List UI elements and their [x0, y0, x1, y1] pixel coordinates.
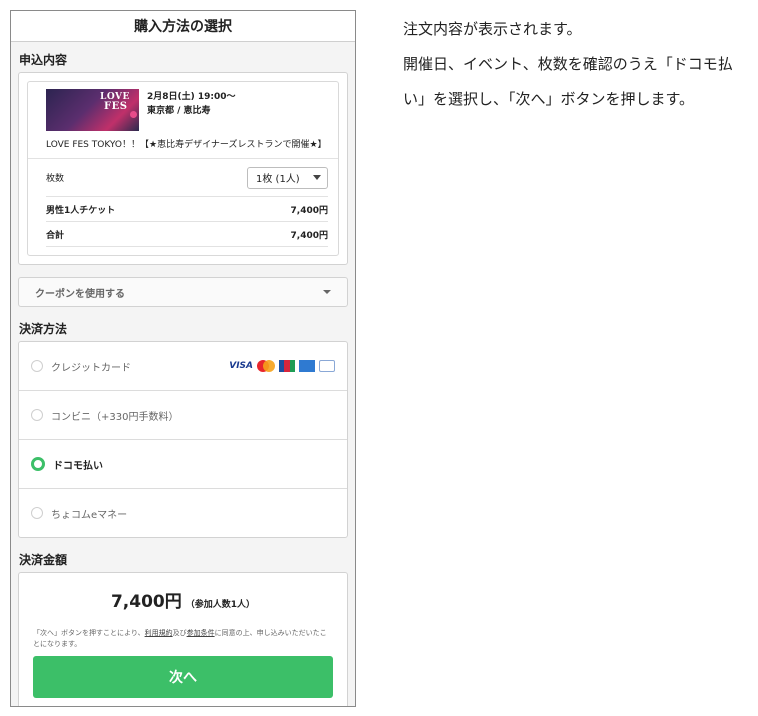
instruction-line-1: 注文内容が表示されます。: [403, 20, 582, 38]
visa-logo-icon: VISA: [229, 361, 253, 371]
event-place: 東京都 / 恵比寿: [147, 106, 211, 116]
notice-prefix: 「次へ」ボタンを押すことにより、: [33, 629, 145, 637]
diners-logo-icon: [319, 360, 335, 372]
coupon-label: クーポンを使用する: [35, 288, 125, 300]
next-button[interactable]: 次へ: [33, 656, 333, 698]
card-brands: VISA: [229, 360, 335, 372]
order-detail: LOVE FES 2月8日(土) 19:00〜 東京都 / 恵比寿 LOVE F…: [27, 81, 339, 256]
amount-section-title: 決済金額: [19, 553, 68, 567]
event-thumbnail: LOVE FES: [46, 89, 139, 131]
notice-mid: 及び: [172, 629, 187, 637]
amex-logo-icon: [299, 360, 315, 372]
radio-docomo[interactable]: [31, 457, 45, 471]
event-datetime: 2月8日(土) 19:00〜: [147, 92, 236, 102]
payment-section-title: 決済方法: [19, 322, 68, 336]
payment-label: ドコモ払い: [53, 460, 103, 472]
total-row: 合計 7,400円: [46, 222, 328, 247]
instruction-text: 注文内容が表示されます。 開催日、イベント、枚数を確認のうえ「ドコモ払い」を選択…: [403, 12, 748, 117]
quantity-value: 1枚 (1人): [256, 174, 300, 185]
agreement-notice: 「次へ」ボタンを押すことにより、利用規約及び参加条件に同意の上、申し込みいただい…: [33, 628, 333, 650]
coupon-toggle[interactable]: クーポンを使用する: [18, 277, 348, 307]
payment-label: コンビニ（+330円手数料）: [51, 411, 179, 423]
amount-value: 7,400円: [110, 592, 182, 612]
thumb-text-fes: FES: [104, 101, 128, 112]
mastercard-logo-icon: [257, 360, 275, 372]
chevron-down-icon: [313, 175, 321, 180]
ticket-row: 男性1人チケット 7,400円: [46, 197, 328, 222]
chevron-down-icon: [323, 290, 331, 294]
radio-credit[interactable]: [31, 360, 43, 372]
conditions-link[interactable]: 参加条件: [187, 629, 215, 637]
quantity-label: 枚数: [46, 174, 65, 184]
payment-label: クレジットカード: [51, 362, 131, 374]
amount-note: （参加人数1人）: [185, 600, 256, 610]
quantity-select[interactable]: 1枚 (1人): [247, 166, 328, 189]
amount-card: 7,400円 （参加人数1人） 「次へ」ボタンを押すことにより、利用規約及び参加条…: [18, 572, 348, 706]
total-label: 合計: [46, 230, 65, 241]
order-section-title: 申込内容: [19, 53, 68, 67]
terms-link[interactable]: 利用規約: [145, 629, 173, 637]
payment-option-chocom[interactable]: ちょコムeマネー: [19, 489, 347, 537]
order-card: LOVE FES 2月8日(土) 19:00〜 東京都 / 恵比寿 LOVE F…: [18, 72, 348, 265]
radio-chocom[interactable]: [31, 507, 43, 519]
ticket-label: 男性1人チケット: [46, 205, 116, 216]
total-price: 7,400円: [290, 230, 328, 241]
event-header: LOVE FES 2月8日(土) 19:00〜 東京都 / 恵比寿: [28, 82, 338, 137]
instruction-line-2: 開催日、イベント、枚数を確認のうえ「ドコモ払い」を選択し、「次へ」ボタンを押しま…: [403, 55, 733, 108]
phone-screen: 購入方法の選択 申込内容 LOVE FES 2月8日(土) 19:00〜 東京都…: [10, 10, 356, 707]
payment-option-docomo[interactable]: ドコモ払い: [19, 440, 347, 489]
payment-option-convenience[interactable]: コンビニ（+330円手数料）: [19, 391, 347, 440]
payment-label: ちょコムeマネー: [51, 509, 128, 521]
payment-option-credit[interactable]: クレジットカード VISA: [19, 342, 347, 391]
jcb-logo-icon: [279, 360, 295, 372]
event-name: LOVE FES TOKYO！！【★恵比寿デザイナーズレストランで開催★】: [28, 137, 338, 159]
radio-convenience[interactable]: [31, 409, 43, 421]
payment-methods: クレジットカード VISA コンビニ（+330円手数料） ドコモ払い ちょコムe…: [18, 341, 348, 538]
quantity-row: 枚数 1枚 (1人): [46, 159, 328, 197]
ticket-price: 7,400円: [290, 205, 328, 216]
amount-line: 7,400円 （参加人数1人）: [33, 587, 333, 612]
heart-icon: [130, 111, 137, 118]
page-title: 購入方法の選択: [11, 11, 355, 42]
event-meta: 2月8日(土) 19:00〜 東京都 / 恵比寿: [147, 89, 236, 131]
